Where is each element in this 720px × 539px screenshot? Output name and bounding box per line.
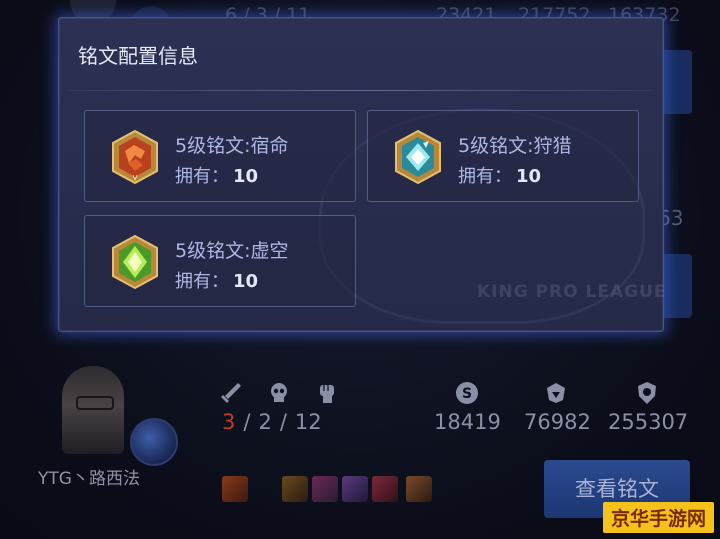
kills-count: 3 xyxy=(222,410,236,434)
item-slot xyxy=(312,476,338,502)
fist-icon xyxy=(314,380,340,406)
item-slot xyxy=(372,476,398,502)
inscription-card-3: 5级铭文:虚空 拥有： 10 xyxy=(84,215,356,307)
item-slot xyxy=(406,476,432,502)
svg-text:V: V xyxy=(133,174,138,182)
inscription-count: 10 xyxy=(233,271,259,292)
modal-title: 铭文配置信息 xyxy=(78,44,198,68)
damage-dealt-icon xyxy=(543,380,569,406)
kda-separator: / xyxy=(279,410,287,434)
svg-text:S: S xyxy=(462,386,472,402)
modal-divider xyxy=(69,90,653,91)
blue-inscription-gem-icon xyxy=(395,129,441,185)
player-stats-row: YTG丶路西法 3/2/12 S 18419 76982 255307 查看铭文 xyxy=(0,360,720,518)
kda-display: 3 / 2 / 12 xyxy=(222,410,322,434)
sword-icon xyxy=(218,380,244,406)
item-slot xyxy=(342,476,368,502)
assists-count: 12 xyxy=(294,410,322,434)
inscription-owned: 拥有： 10 xyxy=(175,267,258,293)
deaths-count: 2 xyxy=(258,410,272,434)
inscription-config-modal: 铭文配置信息 KING PRO LEAGUE V 5级铭文:宿命 拥有： 10 5… xyxy=(58,17,667,332)
hero-badge xyxy=(130,418,178,466)
inscription-owned: 拥有： 10 xyxy=(175,162,258,188)
inscription-name: 5级铭文:虚空 xyxy=(175,240,289,262)
green-inscription-gem-icon xyxy=(112,234,158,290)
skull-icon xyxy=(266,380,292,406)
kda-separator: / xyxy=(243,410,251,434)
own-label: 拥有： xyxy=(175,166,229,187)
inscription-card-1: V 5级铭文:宿命 拥有： 10 xyxy=(84,110,356,202)
player-stat1: 18419 xyxy=(434,410,501,434)
own-label: 拥有： xyxy=(175,271,229,292)
kpl-watermark-text: KING PRO LEAGUE xyxy=(477,282,667,302)
own-label: 拥有： xyxy=(458,166,512,187)
side-button-1[interactable] xyxy=(660,50,692,114)
inscription-count: 10 xyxy=(233,166,259,187)
inscription-count: 10 xyxy=(516,166,542,187)
item-slot xyxy=(222,476,248,502)
item-slot xyxy=(282,476,308,502)
gold-coin-icon: S xyxy=(454,380,480,406)
inscription-name: 5级铭文:宿命 xyxy=(175,135,289,157)
player-stat3: 255307 xyxy=(608,410,689,434)
inscription-owned: 拥有： 10 xyxy=(458,162,541,188)
inscription-name: 5级铭文:狩猎 xyxy=(458,135,572,157)
inscription-card-2: 5级铭文:狩猎 拥有： 10 xyxy=(367,110,639,202)
damage-taken-icon xyxy=(634,380,660,406)
player-stat2: 76982 xyxy=(524,410,591,434)
player-name: YTG丶路西法 xyxy=(38,469,140,489)
player-avatar xyxy=(62,366,124,454)
red-inscription-gem-icon: V xyxy=(112,129,158,185)
site-watermark: 京华手游网 xyxy=(602,502,714,533)
